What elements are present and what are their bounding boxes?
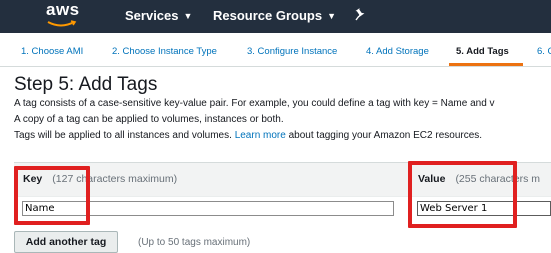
key-highlight-box bbox=[14, 166, 90, 225]
learn-more-link[interactable]: Learn more bbox=[235, 130, 286, 141]
active-step-indicator bbox=[449, 63, 523, 66]
add-another-tag-button[interactable]: Add another tag bbox=[14, 231, 118, 253]
step-add-storage[interactable]: 4. Add Storage bbox=[366, 46, 429, 57]
services-menu-label: Services bbox=[125, 8, 179, 23]
page-title: Step 5: Add Tags bbox=[14, 74, 158, 95]
max-tags-hint: (Up to 50 tags maximum) bbox=[138, 237, 251, 248]
description-line-3-prefix: Tags will be applied to all instances an… bbox=[14, 130, 235, 141]
pin-icon-glyph bbox=[355, 8, 365, 21]
description-line-3-suffix: about tagging your Amazon EC2 resources. bbox=[285, 130, 483, 141]
pin-icon[interactable] bbox=[354, 8, 366, 24]
step-configure-security-group[interactable]: 6. C bbox=[537, 46, 551, 57]
value-highlight-box bbox=[408, 161, 517, 228]
aws-smile-icon bbox=[47, 20, 77, 27]
chevron-down-icon: ▼ bbox=[183, 11, 193, 21]
services-menu[interactable]: Services ▼ bbox=[125, 8, 192, 23]
step-choose-ami[interactable]: 1. Choose AMI bbox=[21, 46, 83, 57]
wizard-steps: 1. Choose AMI 2. Choose Instance Type 3.… bbox=[0, 33, 551, 67]
description-line-1: A tag consists of a case-sensitive key-v… bbox=[14, 98, 495, 109]
resource-groups-menu-label: Resource Groups bbox=[213, 8, 323, 23]
step-add-tags: 5. Add Tags bbox=[456, 46, 509, 57]
step-choose-instance-type[interactable]: 2. Choose Instance Type bbox=[112, 46, 217, 57]
resource-groups-menu[interactable]: Resource Groups ▼ bbox=[213, 8, 336, 23]
step-configure-instance[interactable]: 3. Configure Instance bbox=[247, 46, 337, 57]
description-line-3: Tags will be applied to all instances an… bbox=[14, 130, 482, 141]
chevron-down-icon: ▼ bbox=[327, 11, 337, 21]
description-line-2: A copy of a tag can be applied to volume… bbox=[14, 114, 284, 125]
aws-logo-text: aws bbox=[46, 0, 80, 19]
aws-logo[interactable]: aws bbox=[46, 0, 80, 33]
top-navigation-bar: aws Services ▼ Resource Groups ▼ bbox=[0, 0, 551, 33]
